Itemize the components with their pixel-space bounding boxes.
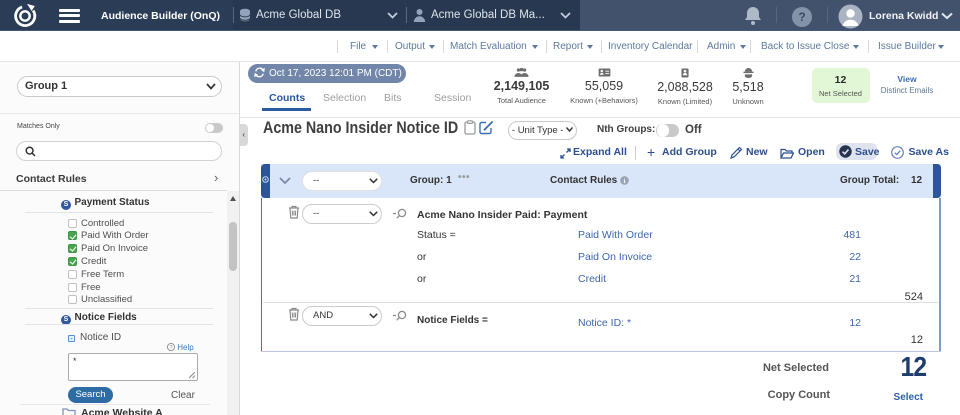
svg-text:?: ? (169, 345, 172, 351)
svg-text:i: i (624, 177, 626, 184)
